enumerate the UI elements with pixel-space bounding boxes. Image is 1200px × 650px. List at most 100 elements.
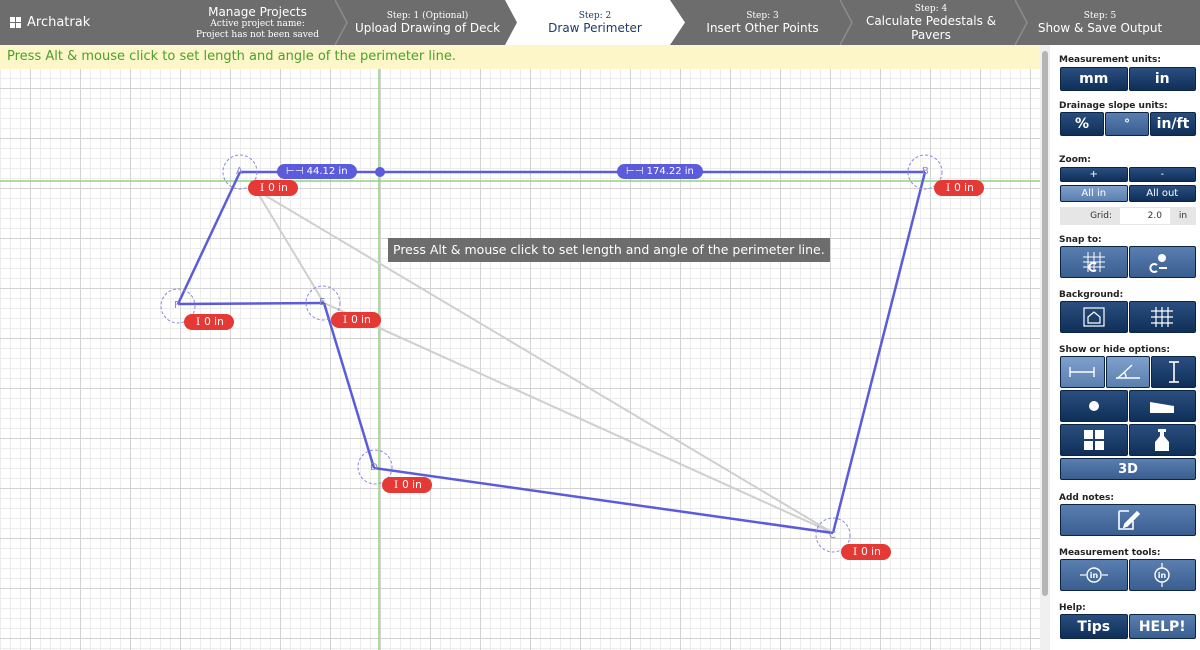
zoom-out-button[interactable]: - — [1128, 167, 1196, 182]
add-notes-label: Add notes: — [1059, 493, 1114, 503]
house-frame-icon — [1083, 307, 1105, 327]
point-f-label: F — [174, 300, 180, 311]
point-b-height-badge[interactable]: I0 in — [934, 180, 984, 196]
logo-icon — [10, 17, 21, 28]
point-dot-icon — [1088, 401, 1099, 411]
perimeter-drawing — [0, 45, 1050, 650]
point-c-label: C — [829, 530, 836, 541]
step-3-title: Insert Other Points — [706, 20, 819, 35]
grid-size-row: Grid: 2.0 in — [1060, 207, 1196, 225]
snap-point-button[interactable] — [1128, 246, 1196, 278]
point-d-label: D — [370, 462, 378, 473]
perimeter-lines — [176, 170, 927, 535]
view-3d-button[interactable]: 3D — [1060, 458, 1196, 480]
toggle-lengths-button[interactable] — [1060, 356, 1105, 388]
measurement-tools-label: Measurement tools: — [1059, 548, 1161, 558]
drainage-slope-units-label: Drainage slope units: — [1059, 101, 1168, 111]
dimension-line-icon — [1069, 367, 1096, 377]
unit-mm-button[interactable]: mm — [1060, 67, 1128, 91]
toggle-points-button[interactable] — [1060, 390, 1128, 422]
panel-scrollbar[interactable] — [1040, 45, 1050, 650]
toggle-angles-button[interactable] — [1105, 356, 1151, 388]
snap-point-icon — [1149, 254, 1168, 273]
background-label: Background: — [1059, 290, 1124, 300]
pedestal-icon — [1155, 429, 1170, 451]
help-button[interactable]: HELP! — [1128, 614, 1196, 639]
background-image-button[interactable] — [1060, 301, 1128, 333]
step-4-kicker: Step: 4 — [914, 3, 948, 14]
toggle-pedestals-button[interactable] — [1128, 424, 1196, 456]
point-b-label: B — [922, 166, 929, 177]
point-e-height-badge[interactable]: I0 in — [331, 312, 381, 328]
point-f-height-badge[interactable]: I0 in — [184, 314, 234, 330]
slope-degree-button[interactable]: ° — [1105, 112, 1149, 136]
height-icon: I — [853, 546, 858, 558]
step-4-calculate[interactable]: Step: 4 Calculate Pedestals & Pavers — [852, 0, 1010, 45]
height-icon: I — [260, 182, 265, 194]
manage-projects-step[interactable]: Manage Projects Active project name: Pro… — [180, 0, 335, 45]
step-separator — [1015, 0, 1028, 45]
snap-grid-icon — [1082, 252, 1105, 272]
segment-midpoint-handle[interactable] — [375, 167, 385, 177]
tooltip-message: Press Alt & mouse click to set length an… — [388, 238, 830, 262]
height-icon — [1168, 361, 1179, 383]
grid-label: Grid: — [1090, 211, 1112, 221]
step-1-upload-drawing[interactable]: Step: 1 (Optional) Upload Drawing of Dec… — [350, 0, 505, 45]
angle-icon — [1116, 364, 1140, 379]
point-a-height-badge[interactable]: I0 in — [248, 180, 298, 196]
add-notes-button[interactable] — [1060, 504, 1196, 536]
dimension-icon: ⊢⊣ — [286, 166, 307, 177]
scrollbar-thumb[interactable] — [1042, 51, 1048, 596]
slope-wedge-icon — [1150, 402, 1175, 413]
background-grid-button[interactable] — [1128, 301, 1196, 333]
zoom-label: Zoom: — [1059, 155, 1091, 165]
tool-panel: Measurement units: mm in Drainage slope … — [1050, 45, 1200, 650]
pavers-icon — [1083, 430, 1104, 450]
logo-text: Archatrak — [27, 15, 91, 30]
measure-distance-button[interactable]: in — [1060, 559, 1128, 591]
step-2-kicker: Step: 2 — [578, 10, 612, 21]
grid-unit: in — [1178, 211, 1188, 221]
snap-grid-button[interactable] — [1060, 246, 1128, 278]
toggle-slope-button[interactable] — [1128, 390, 1196, 422]
zoom-in-button[interactable]: + — [1060, 167, 1128, 182]
height-icon: I — [394, 479, 399, 491]
toggle-heights-button[interactable] — [1151, 356, 1197, 388]
step-5-show-save[interactable]: Step: 5 Show & Save Output — [1030, 0, 1170, 45]
active-project-status: Project has not been saved — [196, 29, 319, 40]
step-2-title: Draw Perimeter — [548, 20, 642, 35]
dimension-icon: ⊢⊣ — [626, 166, 647, 177]
tips-button[interactable]: Tips — [1060, 614, 1128, 639]
svg-text:in: in — [1158, 571, 1167, 580]
toggle-pavers-button[interactable] — [1060, 424, 1128, 456]
grid-icon — [1151, 307, 1174, 327]
measure-height-button[interactable]: in — [1128, 559, 1196, 591]
help-label: Help: — [1059, 603, 1086, 613]
step-4-title: Calculate Pedestals & Pavers — [865, 13, 997, 42]
point-d-height-badge[interactable]: I0 in — [382, 477, 432, 493]
measurement-units-label: Measurement units: — [1059, 55, 1161, 65]
svg-text:in: in — [1090, 571, 1099, 580]
active-project-label: Active project name: — [210, 18, 305, 29]
grid-size-input[interactable]: 2.0 — [1120, 208, 1170, 224]
step-5-title: Show & Save Output — [1037, 20, 1163, 35]
step-separator — [335, 0, 348, 45]
step-2-draw-perimeter[interactable]: Step: 2 Draw Perimeter — [510, 0, 680, 45]
zoom-all-in-button[interactable]: All in — [1060, 185, 1128, 202]
height-icon: I — [946, 182, 951, 194]
segment-length-label[interactable]: ⊢⊣ 44.12 in — [277, 164, 357, 179]
step-1-kicker: Step: 1 (Optional) — [386, 10, 469, 21]
step-3-insert-points[interactable]: Step: 3 Insert Other Points — [690, 0, 835, 45]
snap-to-label: Snap to: — [1059, 235, 1102, 245]
slope-in-ft-button[interactable]: in/ft — [1150, 112, 1196, 136]
zoom-all-out-button[interactable]: All out — [1128, 185, 1196, 202]
measure-distance-icon: in — [1079, 567, 1108, 583]
point-c-height-badge[interactable]: I0 in — [841, 544, 891, 560]
step-3-kicker: Step: 3 — [746, 10, 779, 21]
slope-percent-button[interactable]: % — [1060, 112, 1104, 136]
unit-in-button[interactable]: in — [1128, 67, 1196, 91]
height-icon: I — [196, 316, 201, 328]
segment-length-label[interactable]: ⊢⊣ 174.22 in — [617, 164, 703, 179]
drawing-canvas[interactable]: Press Alt & mouse click to set length an… — [0, 45, 1050, 650]
app-logo[interactable]: Archatrak — [10, 0, 160, 45]
